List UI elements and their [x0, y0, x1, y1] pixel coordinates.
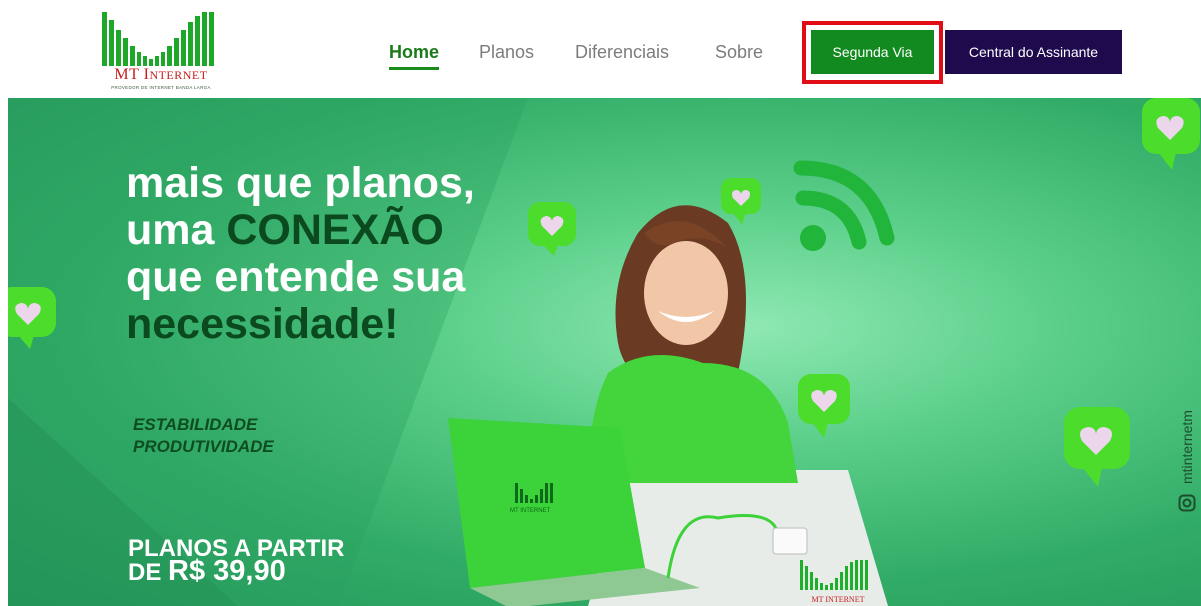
headline-line-2: uma CONEXÃO	[126, 207, 546, 254]
laptop-logo-text: MT INTERNET	[510, 508, 551, 514]
price-line-2: DE R$ 39,90	[128, 557, 344, 586]
instagram-handle-text: mtinternetm	[1179, 410, 1195, 484]
hero-headline: mais que planos, uma CONEXÃO que entende…	[126, 160, 546, 348]
corner-logo-text: MT INTERNET	[811, 595, 865, 604]
hero-features: ESTABILIDADE PRODUTIVIDADE	[133, 414, 274, 458]
logo-word-internet-rest: NTERNET	[149, 68, 208, 82]
feature-produtividade: PRODUTIVIDADE	[133, 437, 274, 456]
nav-planos-link[interactable]: Planos	[479, 40, 534, 64]
feature-estabilidade: ESTABILIDADE	[133, 415, 258, 434]
hero-banner[interactable]: MT INTERNET mais que planos, uma CONEXÃO…	[8, 98, 1201, 606]
price-prefix: DE	[128, 559, 169, 586]
mt-internet-logo[interactable]: MT INTERNET PROVEDOR DE INTERNET BANDA L…	[95, 12, 227, 90]
logo-signal-bars-icon	[102, 12, 214, 66]
nav-diferenciais-link[interactable]: Diferenciais	[575, 40, 669, 64]
corner-logo-bars-icon	[800, 560, 868, 590]
nav-sobre-link[interactable]: Sobre	[715, 40, 763, 64]
logo-wordmark: MT INTERNET	[95, 67, 227, 83]
headline-line-2-prefix: uma	[126, 206, 227, 254]
instagram-icon	[1178, 494, 1196, 512]
nav-home-link[interactable]: Home	[389, 40, 440, 70]
heart-bubble-icon	[1142, 98, 1200, 170]
heart-bubble-icon	[1064, 407, 1130, 487]
price-value: R$ 39,90	[168, 555, 286, 587]
site-header: MT INTERNET PROVEDOR DE INTERNET BANDA L…	[0, 0, 1201, 98]
heart-bubble-icon	[8, 287, 56, 349]
instagram-handle[interactable]: mtinternetm	[1176, 398, 1198, 518]
headline-conexao: CONEXÃO	[226, 206, 444, 254]
logo-word-mt: MT	[114, 66, 140, 83]
central-do-assinante-button[interactable]: Central do Assinante	[945, 30, 1122, 74]
logo-tagline: PROVEDOR DE INTERNET BANDA LARGA	[111, 85, 211, 90]
headline-line-4: necessidade!	[126, 300, 399, 348]
headline-line-3: que entende sua	[126, 253, 466, 301]
hero-corner-logo: MT INTERNET	[798, 560, 878, 606]
segunda-via-button[interactable]: Segunda Via	[811, 30, 934, 74]
hero-price: PLANOS A PARTIR DE R$ 39,90	[128, 537, 344, 586]
headline-line-1: mais que planos,	[126, 159, 475, 207]
